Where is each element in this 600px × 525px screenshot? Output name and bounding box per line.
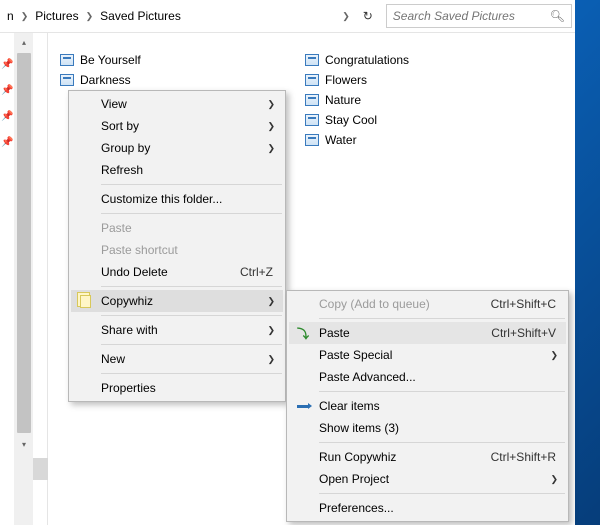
menu-undo-delete[interactable]: Undo DeleteCtrl+Z [71, 261, 283, 283]
file-item[interactable]: Nature [303, 91, 548, 109]
menu-copywhiz[interactable]: Copywhiz❯ [71, 290, 283, 312]
nav-selected-item[interactable] [33, 458, 48, 480]
breadcrumb-seg-partial[interactable]: n [3, 0, 18, 32]
image-file-icon [60, 54, 74, 66]
scroll-thumb[interactable] [17, 53, 31, 433]
pin-icon[interactable]: 📌 [0, 129, 15, 155]
pin-icon[interactable]: 📌 [0, 103, 15, 129]
menu-preferences[interactable]: Preferences... [289, 497, 566, 519]
menu-group-by[interactable]: Group by❯ [71, 137, 283, 159]
file-label: Be Yourself [80, 53, 141, 67]
file-item[interactable]: Flowers [303, 71, 548, 89]
menu-properties[interactable]: Properties [71, 377, 283, 399]
menu-show-items[interactable]: Show items (3) [289, 417, 566, 439]
menu-separator [101, 373, 282, 374]
menu-paste[interactable]: ⤵PasteCtrl+Shift+V [289, 322, 566, 344]
address-toolbar: n ❯ Pictures ❯ Saved Pictures ❯ ↻ 🔍︎ [0, 0, 575, 33]
pin-icon[interactable]: 📌 [0, 77, 15, 103]
menu-separator [101, 184, 282, 185]
shortcut-text: Ctrl+Shift+V [491, 326, 556, 340]
chevron-right-icon: ❯ [267, 354, 275, 365]
image-file-icon [305, 114, 319, 126]
image-file-icon [305, 134, 319, 146]
image-file-icon [305, 74, 319, 86]
paste-icon: ⤵ [295, 325, 311, 341]
image-file-icon [305, 94, 319, 106]
file-item[interactable]: Be Yourself [58, 51, 303, 69]
menu-separator [319, 318, 565, 319]
menu-separator [101, 286, 282, 287]
menu-open-project[interactable]: Open Project❯ [289, 468, 566, 490]
menu-clear-items[interactable]: Clear items [289, 395, 566, 417]
context-menu: View❯ Sort by❯ Group by❯ Refresh Customi… [68, 90, 286, 402]
menu-paste-shortcut: Paste shortcut [71, 239, 283, 261]
search-input[interactable] [393, 9, 550, 23]
menu-copy-queue: Copy (Add to queue)Ctrl+Shift+C [289, 293, 566, 315]
desktop-background [575, 0, 600, 525]
scroll-up-icon[interactable]: ▴ [15, 33, 33, 51]
quick-access-strip: 📌 📌 📌 📌 [0, 33, 15, 525]
file-label: Nature [325, 93, 361, 107]
copywhiz-icon [77, 293, 93, 309]
menu-view[interactable]: View❯ [71, 93, 283, 115]
chevron-right-icon: ❯ [267, 296, 275, 307]
file-item[interactable]: Darkness [58, 71, 303, 89]
chevron-right-icon[interactable]: ❯ [83, 11, 97, 22]
image-file-icon [305, 54, 319, 66]
copywhiz-submenu: Copy (Add to queue)Ctrl+Shift+C ⤵PasteCt… [286, 290, 569, 522]
menu-share-with[interactable]: Share with❯ [71, 319, 283, 341]
menu-customize-folder[interactable]: Customize this folder... [71, 188, 283, 210]
menu-new[interactable]: New❯ [71, 348, 283, 370]
file-label: Congratulations [325, 53, 409, 67]
menu-separator [319, 493, 565, 494]
clear-icon [295, 398, 311, 414]
chevron-right-icon[interactable]: ❯ [18, 11, 32, 22]
shortcut-text: Ctrl+Shift+C [491, 297, 556, 311]
search-icon[interactable]: 🔍︎ [550, 9, 565, 23]
scroll-down-icon[interactable]: ▾ [15, 435, 33, 453]
search-box[interactable]: 🔍︎ [386, 4, 572, 28]
file-item[interactable]: Congratulations [303, 51, 548, 69]
file-label: Flowers [325, 73, 367, 87]
menu-separator [101, 344, 282, 345]
menu-separator [101, 315, 282, 316]
menu-paste: Paste [71, 217, 283, 239]
menu-separator [319, 391, 565, 392]
chevron-right-icon: ❯ [550, 350, 558, 361]
menu-separator [101, 213, 282, 214]
file-item[interactable]: Stay Cool [303, 111, 548, 129]
breadcrumb-saved-pictures[interactable]: Saved Pictures [96, 0, 185, 32]
menu-separator [319, 442, 565, 443]
pin-icon[interactable]: 📌 [0, 51, 15, 77]
menu-paste-advanced[interactable]: Paste Advanced... [289, 366, 566, 388]
chevron-down-icon[interactable]: ❯ [339, 11, 356, 22]
chevron-right-icon: ❯ [550, 474, 558, 485]
menu-refresh[interactable]: Refresh [71, 159, 283, 181]
nav-tree [33, 33, 48, 525]
file-label: Stay Cool [325, 113, 377, 127]
menu-run-copywhiz[interactable]: Run CopywhizCtrl+Shift+R [289, 446, 566, 468]
chevron-right-icon: ❯ [267, 99, 275, 110]
nav-scrollbar[interactable]: ▴ ▾ [15, 33, 33, 525]
breadcrumb-pictures[interactable]: Pictures [31, 0, 82, 32]
menu-sort-by[interactable]: Sort by❯ [71, 115, 283, 137]
chevron-right-icon: ❯ [267, 143, 275, 154]
file-label: Water [325, 133, 357, 147]
menu-paste-special[interactable]: Paste Special❯ [289, 344, 566, 366]
chevron-right-icon: ❯ [267, 121, 275, 132]
file-label: Darkness [80, 73, 131, 87]
chevron-right-icon: ❯ [267, 325, 275, 336]
file-item[interactable]: Water [303, 131, 548, 149]
shortcut-text: Ctrl+Shift+R [491, 450, 556, 464]
refresh-icon[interactable]: ↻ [356, 9, 380, 23]
image-file-icon [60, 74, 74, 86]
shortcut-text: Ctrl+Z [240, 265, 273, 279]
